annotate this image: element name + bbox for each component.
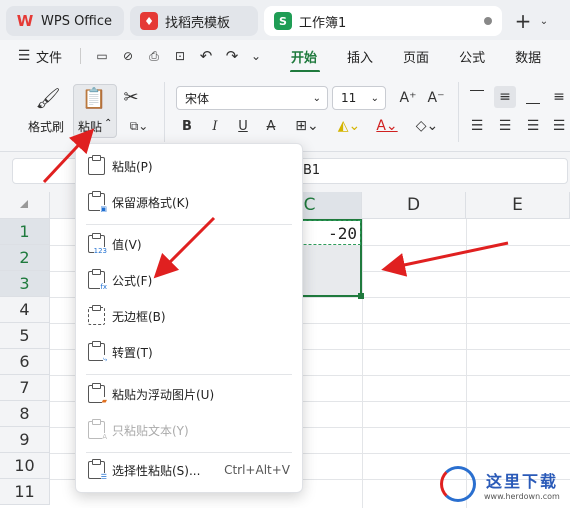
annotation-layer — [42, 128, 509, 279]
watermark-logo-icon — [440, 466, 476, 502]
red-arrow — [153, 216, 216, 279]
red-arrow — [42, 128, 95, 184]
watermark-url: www.herdown.com — [484, 492, 560, 501]
watermark-text: 这里下载 — [486, 472, 559, 491]
red-arrow — [381, 241, 509, 277]
